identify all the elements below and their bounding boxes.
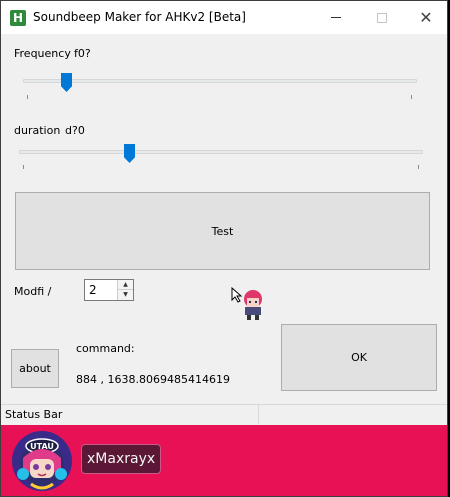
stepper-up-button[interactable]: ▲ (117, 280, 133, 290)
frequency-tick-max (411, 95, 412, 99)
username-label: xMaxrayx (87, 451, 156, 467)
duration-slider-thumb[interactable] (124, 144, 135, 163)
duration-value-label: d?0 (65, 124, 85, 137)
window-title: Soundbeep Maker for AHKv2 [Beta] (33, 10, 246, 24)
ok-button[interactable]: OK (281, 324, 437, 391)
close-icon: ✕ (419, 7, 433, 27)
duration-tick-max (418, 165, 419, 169)
frequency-value-label: f0? (74, 47, 91, 60)
maximize-icon (377, 12, 387, 23)
modifier-label: Modfi / (14, 285, 52, 298)
status-bar-text: Status Bar (5, 408, 63, 421)
minimize-button[interactable] (313, 1, 359, 34)
frequency-slider-track[interactable] (23, 79, 417, 83)
test-button[interactable]: Test (15, 192, 430, 270)
minimize-icon (331, 17, 341, 18)
character-sprite-icon (231, 286, 262, 320)
ok-button-label: OK (351, 351, 367, 364)
modifier-value[interactable]: 2 (89, 283, 97, 297)
frequency-slider-thumb[interactable] (61, 73, 72, 92)
maximize-button[interactable] (359, 1, 405, 34)
frequency-label: Frequency (14, 47, 71, 60)
duration-slider-track[interactable] (19, 150, 423, 154)
status-bar: Status Bar (1, 404, 447, 424)
close-button[interactable]: ✕ (403, 1, 447, 34)
command-label: command: (76, 342, 135, 355)
status-bar-separator (258, 405, 259, 424)
duration-label: duration (14, 124, 61, 137)
username-badge[interactable]: xMaxrayx (81, 444, 162, 474)
test-button-label: Test (211, 224, 234, 238)
duration-tick-min (23, 165, 24, 169)
app-icon: H (10, 10, 26, 26)
user-banner: UTAU xMaxrayx (1, 425, 447, 496)
about-button[interactable]: about (11, 349, 59, 388)
modifier-stepper[interactable]: 2 ▲ ▼ (84, 279, 134, 301)
frequency-tick-min (27, 95, 28, 99)
command-value: 884 , 1638.8069485414619 (76, 373, 230, 386)
about-button-label: about (19, 362, 51, 375)
avatar: UTAU (12, 431, 72, 491)
title-bar[interactable]: H Soundbeep Maker for AHKv2 [Beta] ✕ (1, 1, 447, 34)
stepper-down-button[interactable]: ▼ (117, 290, 133, 300)
app-window: H Soundbeep Maker for AHKv2 [Beta] ✕ Fre… (0, 0, 448, 497)
